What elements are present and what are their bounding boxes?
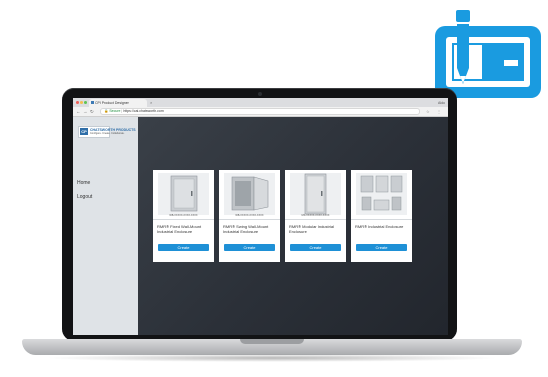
url-field[interactable]: 🔒 Secure | https://cai.chatsworth.com — [100, 108, 420, 115]
brand-tagline: Configure. Create. Collaborate. — [90, 132, 125, 135]
reload-icon[interactable]: ↻ — [90, 107, 94, 116]
lock-icon: 🔒 — [104, 109, 109, 113]
product-card: WB-XXXXX-XXXX-XXXX RMR® Fixed Wall-Mount… — [153, 170, 214, 262]
product-card: WB-XXXXX-XXXX-XXXX RMR® Swing Wall-Mount… — [219, 170, 280, 262]
forward-icon[interactable]: → — [83, 107, 88, 116]
card-divider — [219, 219, 280, 220]
brand-logo[interactable]: CP CHATSWORTH PRODUCTS Configure. Create… — [78, 126, 136, 138]
card-divider — [351, 219, 412, 220]
back-icon[interactable]: ← — [76, 107, 81, 116]
window-maximize-dot[interactable] — [84, 101, 87, 104]
product-title: RMR® Swing Wall-Mount Industrial Enclosu… — [223, 224, 269, 234]
laptop-camera — [258, 92, 262, 96]
card-divider — [285, 219, 346, 220]
star-icon[interactable]: ☆ — [426, 107, 430, 116]
create-button[interactable]: Create — [224, 244, 275, 251]
main-content: WB-XXXXX-XXXX-XXXX RMR® Fixed Wall-Mount… — [138, 117, 448, 335]
laptop-base-notch — [240, 339, 304, 344]
enclosure-image — [224, 173, 275, 215]
sidebar: CP CHATSWORTH PRODUCTS Configure. Create… — [73, 117, 138, 335]
menu-icon[interactable]: ⋮ — [437, 107, 441, 116]
window-minimize-dot[interactable] — [80, 101, 83, 104]
product-code: WB-XXXXX-XXXX-XXXX — [235, 214, 264, 217]
sidebar-item-home[interactable]: Home — [77, 180, 90, 186]
create-button[interactable]: Create — [158, 244, 209, 251]
laptop-shadow — [44, 354, 500, 362]
enclosure-image — [158, 173, 209, 215]
tab-close-icon[interactable]: × — [150, 99, 152, 107]
enclosure-image — [290, 173, 341, 215]
brand-mark: CP — [80, 128, 88, 135]
product-title: RMR® Fixed Wall-Mount Industrial Enclosu… — [157, 224, 202, 234]
url-text: https://cai.chatsworth.com — [123, 109, 164, 113]
product-title: RMR® Industrial Enclosure — [355, 224, 404, 229]
product-code: WB-XXXXX-XXXX-XXXX — [169, 214, 198, 217]
create-button[interactable]: Create — [356, 244, 407, 251]
browser-tab[interactable]: CPI Product Designer — [89, 99, 147, 107]
create-button[interactable]: Create — [290, 244, 341, 251]
window-close-dot[interactable] — [76, 101, 79, 104]
enclosure-image — [356, 173, 407, 215]
sidebar-item-logout[interactable]: Logout — [77, 194, 92, 200]
tab-title: CPI Product Designer — [95, 101, 129, 105]
browser-tab-bar: CPI Product Designer × Aldo — [73, 98, 448, 107]
laptop-screen: CPI Product Designer × Aldo ← → ↻ 🔒 Secu… — [73, 98, 448, 335]
product-code: MS-XXXXX-XXXX-XXXX — [301, 214, 330, 217]
favicon-icon — [91, 101, 94, 104]
product-designer-logo-icon — [435, 10, 541, 98]
browser-user-label[interactable]: Aldo — [438, 99, 445, 107]
browser-address-bar: ← → ↻ 🔒 Secure | https://cai.chatsworth.… — [73, 107, 448, 117]
product-card: RMR® Industrial Enclosure Create — [351, 170, 412, 262]
card-divider — [153, 219, 214, 220]
product-title: RMR® Modular Industrial Enclosure — [289, 224, 334, 234]
product-card: MS-XXXXX-XXXX-XXXX RMR® Modular Industri… — [285, 170, 346, 262]
secure-label: Secure — [109, 109, 121, 113]
